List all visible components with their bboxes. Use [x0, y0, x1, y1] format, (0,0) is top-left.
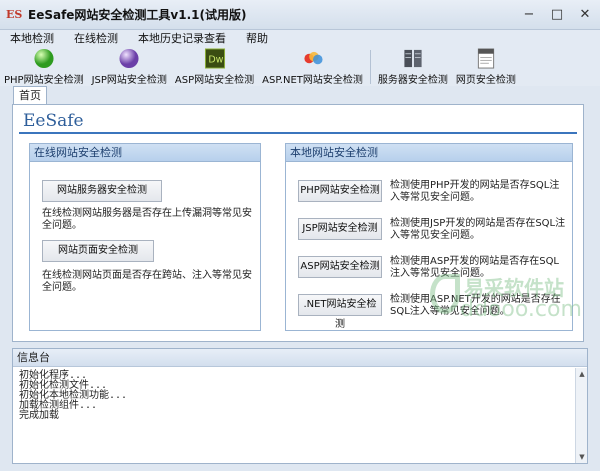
menu-local-history[interactable]: 本地历史记录查看 [138, 30, 226, 46]
close-button[interactable]: ✕ [578, 8, 592, 22]
page-detect-button[interactable]: 网站页面安全检测 [42, 240, 154, 262]
toolbar-asp-button[interactable]: Dw ASP网站安全检测 [171, 48, 258, 86]
php-detect-button[interactable]: PHP网站安全检测 [298, 180, 382, 202]
check-document-icon [477, 48, 495, 69]
server-icon [404, 49, 422, 68]
watermark-url: ddooo.com [460, 297, 582, 322]
toolbar: PHP网站安全检测 JSP网站安全检测 Dw ASP网站安全检测 ASP.NET… [0, 46, 600, 86]
toolbar-php-button[interactable]: PHP网站安全检测 [0, 48, 88, 86]
toolbar-label: PHP网站安全检测 [4, 75, 84, 86]
toolbar-webpage-button[interactable]: 网页安全检测 [452, 48, 520, 86]
toolbar-label: ASP.NET网站安全检测 [262, 75, 363, 86]
log-scrollbar[interactable]: ▲ ▼ [575, 368, 587, 463]
online-group-title: 在线网站安全检测 [30, 144, 260, 162]
toolbar-label: 服务器安全检测 [377, 75, 448, 86]
menu-online-detect[interactable]: 在线检测 [74, 30, 118, 46]
menu-bar: 本地检测 在线检测 本地历史记录查看 帮助 [0, 30, 600, 46]
jsp-detect-button[interactable]: JSP网站安全检测 [298, 218, 382, 240]
server-detect-button[interactable]: 网站服务器安全检测 [42, 180, 162, 202]
tab-home[interactable]: 首页 [13, 86, 47, 104]
title-bar: ES EeSafe网站安全检测工具v1.1(试用版) − □ ✕ [0, 0, 600, 30]
toolbar-aspnet-button[interactable]: ASP.NET网站安全检测 [258, 48, 367, 86]
toolbar-label: JSP网站安全检测 [91, 75, 167, 86]
menu-help[interactable]: 帮助 [246, 30, 268, 46]
aspnet-icon [303, 51, 323, 65]
info-console: 信息台 初始化程序... 初始化检测文件... 初始化本地检测功能... 加载检… [12, 348, 588, 464]
watermark-leaf-icon [430, 274, 460, 314]
watermark: 易采软件站 ddooo.com [430, 272, 582, 322]
dotnet-detect-button[interactable]: .NET网站安全检测 [298, 294, 382, 330]
tab-strip: 首页 [0, 86, 600, 104]
brand-divider [19, 132, 577, 134]
page-detect-desc: 在线检测网站页面是否存在跨站、注入等常见安全问题。 [42, 270, 252, 293]
server-detect-desc: 在线检测网站服务器是否存在上传漏洞等常见安全问题。 [42, 208, 252, 231]
scroll-up-arrow-icon[interactable]: ▲ [576, 368, 588, 380]
local-group-title: 本地网站安全检测 [286, 144, 572, 162]
log-line: 加载检测组件... [19, 400, 98, 411]
dreamweaver-icon: Dw [204, 48, 225, 69]
maximize-button[interactable]: □ [550, 8, 564, 22]
toolbar-server-button[interactable]: 服务器安全检测 [374, 48, 452, 86]
php-globe-icon [34, 48, 54, 69]
jsp-sphere-icon [119, 48, 139, 69]
menu-local-detect[interactable]: 本地检测 [10, 30, 54, 46]
toolbar-label: 网页安全检测 [455, 75, 516, 86]
toolbar-separator [369, 50, 371, 84]
online-detect-group: 在线网站安全检测 网站服务器安全检测 在线检测网站服务器是否存在上传漏洞等常见安… [29, 143, 261, 331]
asp-detect-button[interactable]: ASP网站安全检测 [298, 256, 382, 278]
app-logo-icon: ES [6, 7, 23, 21]
jsp-detect-desc: 检测使用JSP开发的网站是否存在SQL注入等常见安全问题。 [390, 218, 566, 241]
scroll-down-arrow-icon[interactable]: ▼ [576, 451, 588, 463]
minimize-button[interactable]: − [522, 8, 536, 22]
log-output: 初始化程序... 初始化检测文件... 初始化本地检测功能... 加载检测组件.… [13, 367, 587, 421]
log-line: 初始化本地检测功能... [19, 390, 128, 401]
toolbar-jsp-button[interactable]: JSP网站安全检测 [88, 48, 171, 86]
svg-text:Dw: Dw [208, 54, 223, 65]
php-detect-desc: 检测使用PHP开发的网站是否存SQL注入等常见安全问题。 [390, 180, 560, 203]
brand-logo: EeSafe [23, 111, 84, 131]
toolbar-label: ASP网站安全检测 [174, 75, 255, 86]
info-console-title: 信息台 [13, 349, 587, 367]
window-title: EeSafe网站安全检测工具v1.1(试用版) [28, 8, 247, 22]
log-line: 完成加载 [19, 410, 59, 421]
